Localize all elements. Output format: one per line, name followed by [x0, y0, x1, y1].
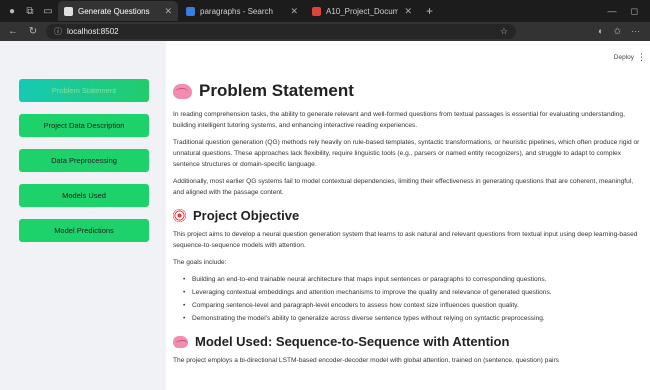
site-info-icon[interactable]: ⓘ — [54, 26, 62, 37]
section-heading-text: Model Used: Sequence-to-Sequence with At… — [195, 334, 510, 349]
page-body: Problem Statement In reading comprehensi… — [173, 81, 643, 372]
tab-title: paragraphs - Search — [200, 6, 273, 16]
project-data-description-button[interactable]: Project Data Description — [19, 114, 149, 137]
url-field[interactable]: ⓘ localhost:8502 ☆ — [46, 24, 516, 39]
tab-favicon-icon — [64, 6, 73, 16]
restore-icon[interactable]: ◻ — [631, 6, 638, 17]
paragraph: In reading comprehension tasks, the abil… — [173, 111, 625, 129]
tab-actions-icon[interactable]: ▭ — [40, 3, 56, 19]
address-bar-row: ← ↻ ⓘ localhost:8502 ☆ ◐ ✩ ··· — [0, 22, 650, 41]
workspaces-icon[interactable]: ⧉ — [22, 3, 38, 19]
sidebar: Problem Statement Project Data Descripti… — [0, 41, 166, 390]
url-text: localhost:8502 — [67, 27, 119, 36]
models-used-button[interactable]: Models Used — [19, 184, 149, 207]
brain-icon — [173, 335, 188, 348]
tab-title: Generate Questions — [78, 6, 150, 16]
problem-statement-button[interactable]: Problem Statement — [19, 79, 149, 102]
tab-project-documentation[interactable]: A10_Project_Documentation(1).pdf ✕ — [306, 1, 418, 21]
list-item: Leveraging contextual embeddings and att… — [183, 287, 643, 298]
page-title-text: Problem Statement — [199, 81, 354, 100]
list-item: Building an end-to-end trainable neural … — [183, 274, 643, 285]
minimize-icon[interactable]: — — [608, 6, 617, 17]
brain-icon — [173, 83, 192, 99]
section-heading-text: Project Objective — [193, 208, 300, 223]
copilot-icon[interactable]: ◐ — [598, 26, 603, 37]
list-item: Comparing sentence-level and paragraph-l… — [183, 300, 643, 311]
browser-tab-bar: ● ⧉ ▭ Generate Questions ✕ paragraphs - … — [0, 0, 650, 22]
profile-icon[interactable]: ● — [4, 3, 20, 19]
close-tab-icon[interactable]: ✕ — [398, 6, 412, 17]
model-predictions-button[interactable]: Model Predictions — [19, 219, 149, 242]
tab-generate-questions[interactable]: Generate Questions ✕ — [58, 1, 178, 21]
paragraph: Traditional question generation (QG) met… — [173, 139, 640, 168]
tab-favicon-icon — [186, 6, 195, 16]
main-content: Deploy ⋮ Problem Statement In reading co… — [166, 41, 650, 390]
close-tab-icon[interactable]: ✕ — [284, 6, 298, 17]
deploy-button[interactable]: Deploy — [614, 54, 634, 61]
list-item: Demonstrating the model's ability to gen… — [183, 313, 643, 324]
more-icon[interactable]: ··· — [631, 26, 640, 37]
section-heading-model: Model Used: Sequence-to-Sequence with At… — [173, 334, 643, 349]
target-icon — [173, 209, 186, 222]
pdf-icon — [312, 6, 321, 16]
tab-paragraphs-search[interactable]: paragraphs - Search ✕ — [180, 1, 304, 21]
new-tab-icon[interactable]: + — [420, 4, 439, 18]
paragraph: Additionally, most earlier QG systems fa… — [173, 178, 634, 196]
back-icon[interactable]: ← — [6, 26, 20, 37]
app-viewport: Problem Statement Project Data Descripti… — [0, 41, 650, 390]
reload-icon[interactable]: ↻ — [26, 26, 40, 37]
favorite-star-icon[interactable]: ☆ — [500, 26, 508, 37]
section-heading-objective: Project Objective — [173, 208, 643, 223]
close-tab-icon[interactable]: ✕ — [158, 6, 172, 17]
goals-list: Building an end-to-end trainable neural … — [183, 274, 643, 324]
main-menu-icon[interactable]: ⋮ — [637, 52, 646, 63]
paragraph: The goals include: — [173, 259, 227, 266]
paragraph: The project employs a bi-directional LST… — [173, 357, 559, 364]
favorites-icon[interactable]: ✩ — [613, 26, 621, 37]
paragraph: This project aims to develop a neural qu… — [173, 231, 638, 249]
data-preprocessing-button[interactable]: Data Preprocessing — [19, 149, 149, 172]
page-title: Problem Statement — [173, 81, 643, 101]
tab-title: A10_Project_Documentation(1).pdf — [326, 6, 399, 16]
